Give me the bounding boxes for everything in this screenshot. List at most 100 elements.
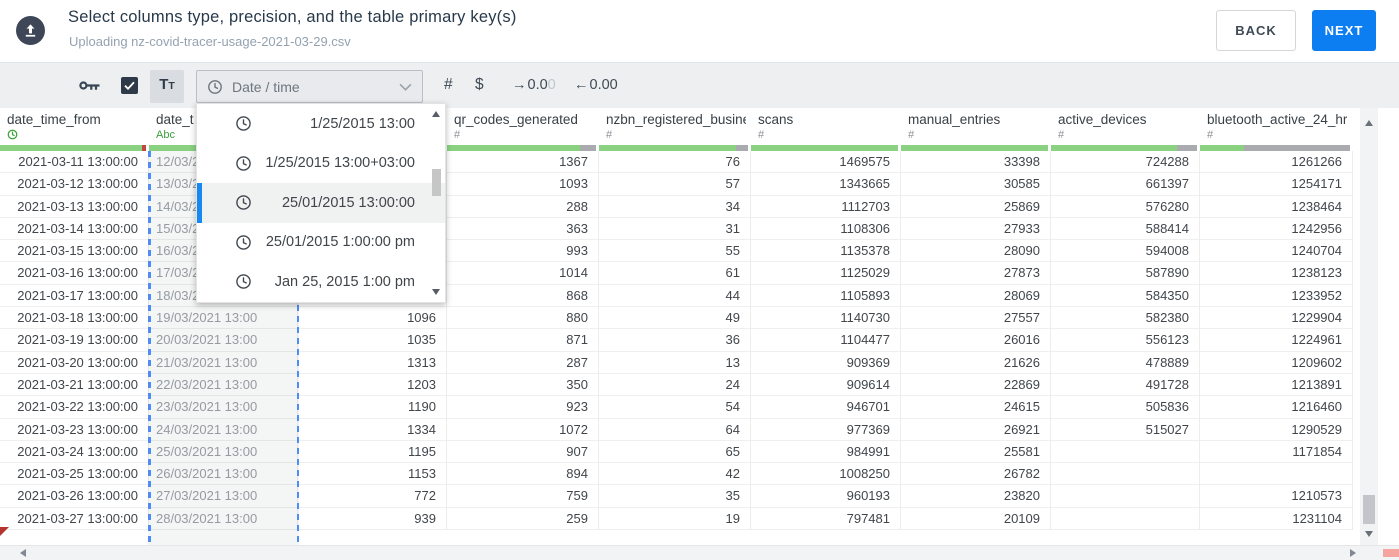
table-cell[interactable]: 505836 <box>1051 396 1199 419</box>
table-cell[interactable] <box>1200 463 1352 486</box>
next-button[interactable]: NEXT <box>1312 10 1376 51</box>
table-cell[interactable]: 65 <box>599 441 750 464</box>
back-button[interactable]: BACK <box>1216 10 1296 51</box>
table-cell[interactable]: 2021-03-22 13:00:00 <box>0 396 148 419</box>
table-cell[interactable]: 1093 <box>447 173 598 196</box>
table-cell[interactable]: 923 <box>447 396 598 419</box>
table-cell[interactable]: 1290529 <box>1200 419 1352 441</box>
table-cell[interactable]: 946701 <box>751 396 900 419</box>
table-cell[interactable]: 27/03/2021 13:00 <box>149 485 297 508</box>
table-cell[interactable]: 909369 <box>751 352 900 374</box>
table-cell[interactable]: 26782 <box>901 463 1050 486</box>
table-cell[interactable]: 26921 <box>901 419 1050 441</box>
table-cell[interactable]: 28090 <box>901 240 1050 263</box>
column-type-select[interactable]: Date / time <box>196 70 423 103</box>
table-cell[interactable]: 1035 <box>298 329 446 352</box>
scroll-up-arrow-icon[interactable] <box>432 111 440 117</box>
table-cell[interactable]: 44 <box>599 285 750 308</box>
table-cell[interactable]: 1367 <box>447 151 598 174</box>
decrease-precision-button[interactable]: ←0.00 <box>574 77 618 93</box>
table-cell[interactable]: 584350 <box>1051 285 1199 308</box>
table-cell[interactable]: 556123 <box>1051 329 1199 352</box>
table-cell[interactable]: 1104477 <box>751 329 900 352</box>
table-cell[interactable]: 993 <box>447 240 598 263</box>
scroll-right-arrow-icon[interactable] <box>1350 549 1356 557</box>
table-cell[interactable] <box>1051 441 1199 464</box>
table-cell[interactable]: 49 <box>599 307 750 330</box>
table-cell[interactable]: 33398 <box>901 151 1050 174</box>
table-cell[interactable]: 1125029 <box>751 262 900 285</box>
column-header-qr_codes_generated[interactable]: qr_codes_generated # <box>447 107 599 145</box>
table-cell[interactable]: 960193 <box>751 485 900 508</box>
table-cell[interactable]: 2021-03-21 13:00:00 <box>0 374 148 397</box>
table-cell[interactable]: 587890 <box>1051 262 1199 285</box>
table-cell[interactable]: 1313 <box>298 352 446 374</box>
scroll-left-arrow-icon[interactable] <box>20 549 26 557</box>
table-cell[interactable]: 1171854 <box>1200 441 1352 464</box>
increase-precision-button[interactable]: →0.00 <box>512 77 556 93</box>
text-type-button[interactable]: TT <box>150 70 184 103</box>
table-cell[interactable]: 871 <box>447 329 598 352</box>
table-cell[interactable]: 759 <box>447 485 598 508</box>
dropdown-option[interactable]: 25/01/2015 13:00:00 <box>197 183 445 223</box>
dropdown-option[interactable]: 25/01/2015 1:00:00 pm <box>197 223 445 263</box>
table-cell[interactable]: 1108306 <box>751 218 900 241</box>
table-cell[interactable]: 515027 <box>1051 419 1199 441</box>
table-cell[interactable]: 2021-03-25 13:00:00 <box>0 463 148 486</box>
table-cell[interactable]: 2021-03-13 13:00:00 <box>0 196 148 218</box>
table-cell[interactable]: 2021-03-17 13:00:00 <box>0 285 148 308</box>
table-cell[interactable]: 24615 <box>901 396 1050 419</box>
table-cell[interactable]: 363 <box>447 218 598 241</box>
table-cell[interactable]: 582380 <box>1051 307 1199 330</box>
table-cell[interactable]: 1238464 <box>1200 196 1352 218</box>
table-cell[interactable]: 23/03/2021 13:00 <box>149 396 297 419</box>
table-cell[interactable]: 1135378 <box>751 240 900 263</box>
table-cell[interactable]: 2021-03-27 13:00:00 <box>0 508 148 531</box>
table-cell[interactable]: 30585 <box>901 173 1050 196</box>
column-header-manual_entries[interactable]: manual_entries # <box>901 107 1051 145</box>
table-cell[interactable]: 22869 <box>901 374 1050 397</box>
table-cell[interactable]: 2021-03-26 13:00:00 <box>0 485 148 508</box>
table-cell[interactable]: 288 <box>447 196 598 218</box>
column-header-nzbn_registered_busine[interactable]: nzbn_registered_busine # <box>599 107 751 145</box>
table-cell[interactable]: 27873 <box>901 262 1050 285</box>
table-cell[interactable]: 2021-03-11 13:00:00 <box>0 151 148 174</box>
table-cell[interactable]: 478889 <box>1051 352 1199 374</box>
table-cell[interactable]: 25581 <box>901 441 1050 464</box>
table-cell[interactable]: 1229904 <box>1200 307 1352 330</box>
table-cell[interactable]: 2021-03-20 13:00:00 <box>0 352 148 374</box>
scroll-down-arrow-icon[interactable] <box>432 289 440 295</box>
table-cell[interactable]: 350 <box>447 374 598 397</box>
table-cell[interactable]: 1112703 <box>751 196 900 218</box>
table-cell[interactable]: 491728 <box>1051 374 1199 397</box>
primary-key-icon[interactable] <box>79 79 100 97</box>
table-cell[interactable]: 31 <box>599 218 750 241</box>
table-cell[interactable]: 2021-03-18 13:00:00 <box>0 307 148 330</box>
dropdown-option[interactable]: 1/25/2015 13:00+03:00 <box>197 144 445 184</box>
table-cell[interactable]: 1242956 <box>1200 218 1352 241</box>
table-cell[interactable]: 772 <box>298 485 446 508</box>
table-cell[interactable]: 13 <box>599 352 750 374</box>
table-cell[interactable]: 26/03/2021 13:00 <box>149 463 297 486</box>
table-cell[interactable]: 25/03/2021 13:00 <box>149 441 297 464</box>
table-cell[interactable]: 2021-03-24 13:00:00 <box>0 441 148 464</box>
table-cell[interactable]: 259 <box>447 508 598 531</box>
table-cell[interactable]: 64 <box>599 419 750 441</box>
table-cell[interactable]: 20/03/2021 13:00 <box>149 329 297 352</box>
table-cell[interactable]: 21/03/2021 13:00 <box>149 352 297 374</box>
table-cell[interactable]: 1096 <box>298 307 446 330</box>
table-cell[interactable]: 1334 <box>298 419 446 441</box>
table-cell[interactable]: 1203 <box>298 374 446 397</box>
table-cell[interactable]: 1343665 <box>751 173 900 196</box>
table-cell[interactable]: 909614 <box>751 374 900 397</box>
table-cell[interactable]: 1210573 <box>1200 485 1352 508</box>
table-cell[interactable]: 2021-03-12 13:00:00 <box>0 173 148 196</box>
table-cell[interactable]: 24 <box>599 374 750 397</box>
table-cell[interactable]: 1195 <box>298 441 446 464</box>
table-cell[interactable]: 21626 <box>901 352 1050 374</box>
table-cell[interactable]: 1072 <box>447 419 598 441</box>
table-cell[interactable]: 1209602 <box>1200 352 1352 374</box>
table-cell[interactable]: 24/03/2021 13:00 <box>149 419 297 441</box>
table-cell[interactable]: 797481 <box>751 508 900 531</box>
table-cell[interactable]: 1469575 <box>751 151 900 174</box>
